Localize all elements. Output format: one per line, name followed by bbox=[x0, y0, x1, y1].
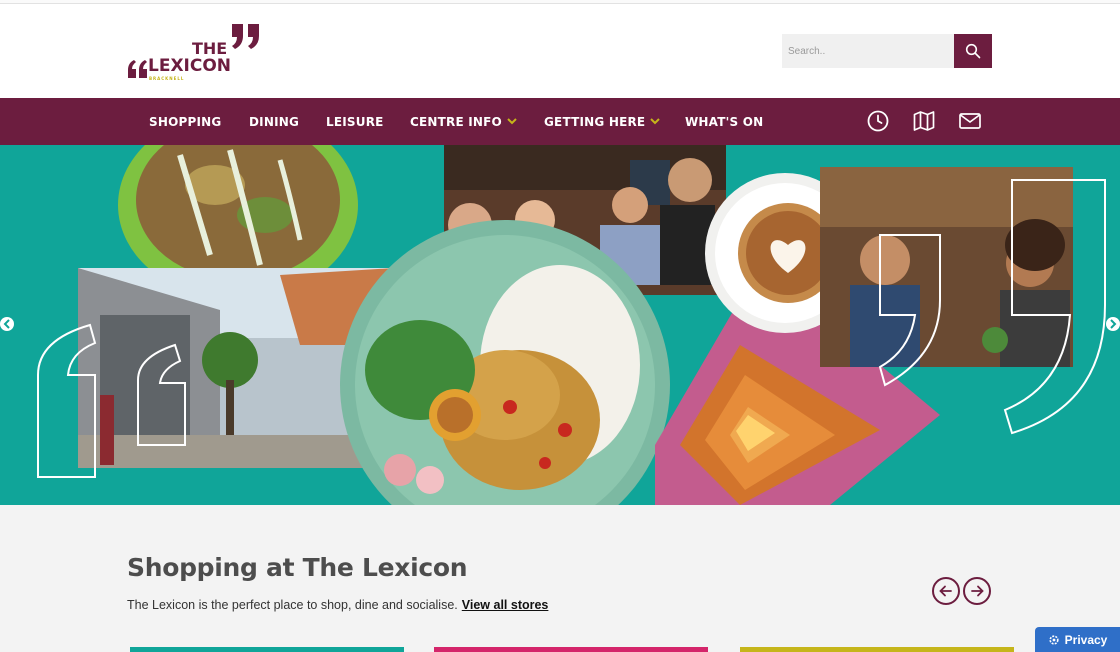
hero-collage bbox=[37, 145, 1106, 505]
nav-item-shopping[interactable]: SHOPPING bbox=[149, 98, 221, 145]
mail-icon[interactable] bbox=[958, 109, 982, 133]
map-icon[interactable] bbox=[912, 109, 936, 133]
nav-item-dining[interactable]: DINING bbox=[249, 98, 299, 145]
nav-item-centre-info[interactable]: CENTRE INFO bbox=[410, 98, 517, 145]
logo-sub: BRACKNELL bbox=[149, 76, 184, 81]
nav-item-leisure[interactable]: LEISURE bbox=[326, 98, 384, 145]
nav-item-whats-on[interactable]: WHAT'S ON bbox=[685, 98, 763, 145]
carousel-prev-button[interactable] bbox=[932, 577, 960, 605]
store-card-top-teal bbox=[130, 647, 404, 652]
chevron-down-icon bbox=[650, 118, 661, 125]
search-bar bbox=[782, 34, 992, 68]
section-intro: The Lexicon is the perfect place to shop… bbox=[127, 598, 548, 612]
site-logo[interactable]: THE LEXICON BRACKNELL bbox=[126, 24, 271, 82]
nav-item-label: WHAT'S ON bbox=[685, 114, 764, 129]
hero-prev-button[interactable] bbox=[0, 315, 16, 333]
nav-item-label: SHOPPING bbox=[149, 114, 222, 129]
nav-item-label: LEISURE bbox=[326, 114, 384, 129]
chevron-right-icon bbox=[1106, 317, 1120, 331]
nav-item-getting-here[interactable]: GETTING HERE bbox=[544, 98, 661, 145]
nav-item-label: GETTING HERE bbox=[544, 114, 646, 129]
view-all-stores-link[interactable]: View all stores bbox=[462, 598, 549, 612]
logo-name: LEXICON bbox=[148, 56, 231, 76]
intro-text: The Lexicon is the perfect place to shop… bbox=[127, 598, 458, 612]
search-input[interactable] bbox=[782, 34, 954, 68]
main-nav: SHOPPING DINING LEISURE CENTRE INFO GETT… bbox=[0, 98, 1120, 145]
privacy-button[interactable]: Privacy bbox=[1035, 627, 1120, 652]
store-card-top-yellow bbox=[740, 647, 1014, 652]
section-title: Shopping at The Lexicon bbox=[127, 553, 468, 582]
couple-dining-image bbox=[820, 167, 1073, 367]
store-card-top-pink bbox=[434, 647, 708, 652]
chevron-down-icon bbox=[507, 118, 517, 125]
arrow-right-icon bbox=[971, 585, 984, 597]
search-button[interactable] bbox=[954, 34, 992, 68]
shopping-section: Shopping at The Lexicon The Lexicon is t… bbox=[0, 505, 1120, 652]
arrow-left-icon bbox=[939, 585, 952, 597]
gear-icon bbox=[1049, 634, 1059, 645]
privacy-label: Privacy bbox=[1064, 632, 1108, 647]
hero-banner bbox=[0, 145, 1120, 505]
hero-next-button[interactable] bbox=[1104, 315, 1120, 333]
site-header: THE LEXICON BRACKNELL bbox=[0, 4, 1120, 98]
search-icon bbox=[965, 43, 981, 59]
clock-icon[interactable] bbox=[866, 109, 890, 133]
chevron-left-icon bbox=[0, 317, 14, 331]
nav-item-label: DINING bbox=[249, 114, 300, 129]
carousel-next-button[interactable] bbox=[963, 577, 991, 605]
nav-item-label: CENTRE INFO bbox=[410, 114, 502, 129]
